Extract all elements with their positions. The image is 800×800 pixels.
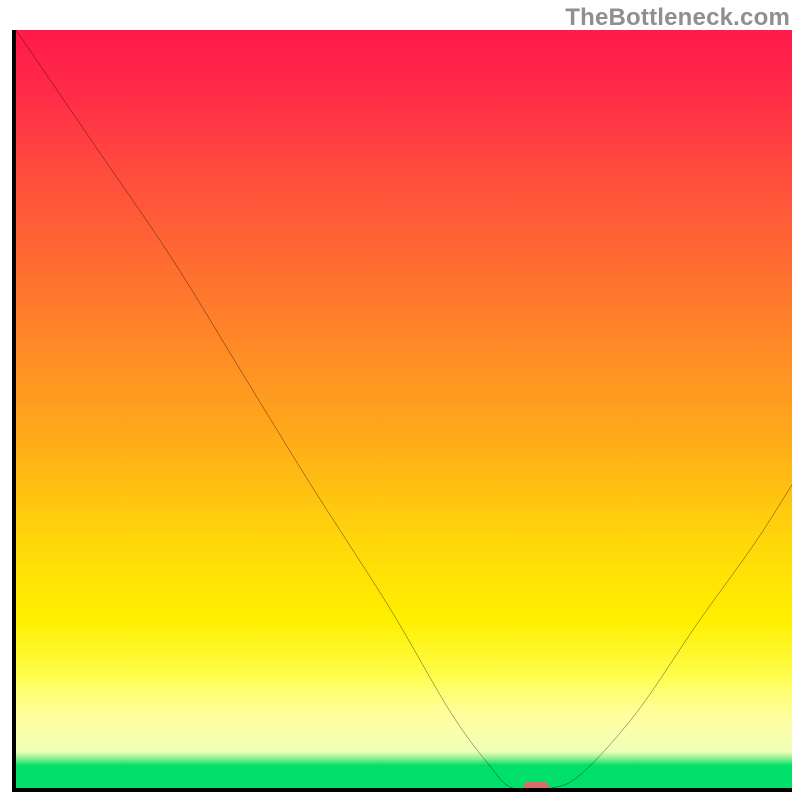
plot-area <box>12 30 792 792</box>
optimal-point-marker <box>523 781 549 792</box>
watermark-text: TheBottleneck.com <box>565 4 790 32</box>
bottleneck-curve <box>16 30 792 788</box>
chart-stage: TheBottleneck.com <box>0 0 800 800</box>
